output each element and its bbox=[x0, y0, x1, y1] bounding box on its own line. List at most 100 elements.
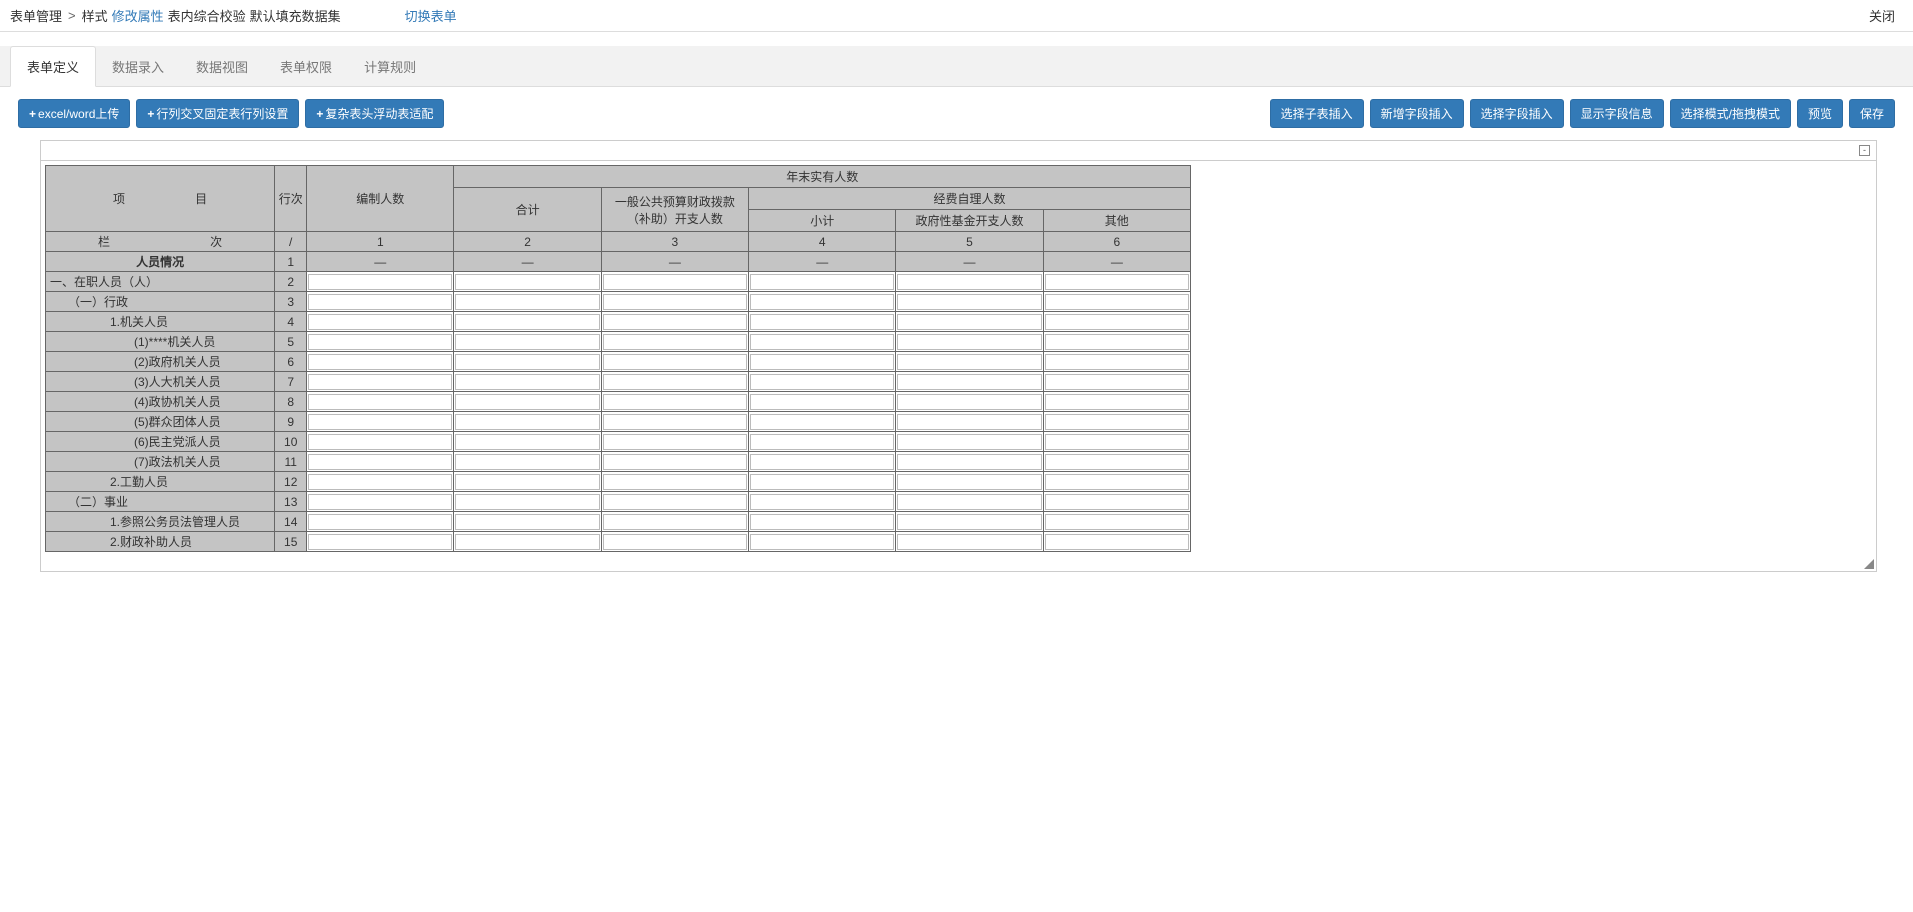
data-cell[interactable] bbox=[896, 472, 1043, 492]
data-cell[interactable] bbox=[896, 452, 1043, 472]
breadcrumb-dataset[interactable]: 默认填充数据集 bbox=[250, 6, 341, 25]
data-cell[interactable] bbox=[1043, 312, 1190, 332]
close-button[interactable]: 关闭 bbox=[1869, 6, 1903, 25]
data-cell[interactable] bbox=[307, 372, 454, 392]
data-cell[interactable] bbox=[454, 332, 601, 352]
data-cell[interactable] bbox=[1043, 372, 1190, 392]
breadcrumb-style[interactable]: 样式 bbox=[82, 6, 108, 25]
data-cell[interactable] bbox=[601, 392, 748, 412]
data-cell[interactable] bbox=[601, 292, 748, 312]
row-label[interactable]: 2.工勤人员 bbox=[46, 472, 275, 492]
data-cell[interactable] bbox=[749, 412, 896, 432]
data-cell[interactable] bbox=[454, 292, 601, 312]
tab-permission[interactable]: 表单权限 bbox=[264, 47, 348, 86]
data-cell[interactable] bbox=[896, 532, 1043, 552]
data-cell[interactable] bbox=[307, 472, 454, 492]
row-label[interactable]: (2)政府机关人员 bbox=[46, 352, 275, 372]
data-cell[interactable] bbox=[896, 432, 1043, 452]
data-cell[interactable] bbox=[601, 512, 748, 532]
data-cell[interactable] bbox=[454, 352, 601, 372]
data-cell[interactable] bbox=[601, 372, 748, 392]
data-cell[interactable] bbox=[1043, 532, 1190, 552]
data-cell[interactable] bbox=[307, 312, 454, 332]
data-cell[interactable] bbox=[749, 452, 896, 472]
data-cell[interactable] bbox=[454, 432, 601, 452]
data-cell[interactable] bbox=[749, 532, 896, 552]
showfield-button[interactable]: 显示字段信息 bbox=[1570, 99, 1664, 128]
data-cell[interactable] bbox=[601, 432, 748, 452]
data-cell[interactable] bbox=[1043, 472, 1190, 492]
data-cell[interactable] bbox=[749, 392, 896, 412]
data-cell[interactable] bbox=[601, 352, 748, 372]
data-cell[interactable] bbox=[307, 412, 454, 432]
row-label[interactable]: 一、在职人员（人） bbox=[46, 272, 275, 292]
data-cell[interactable] bbox=[896, 352, 1043, 372]
data-cell[interactable] bbox=[749, 492, 896, 512]
tab-data-view[interactable]: 数据视图 bbox=[180, 47, 264, 86]
rowcol-button[interactable]: +行列交叉固定表行列设置 bbox=[136, 99, 299, 128]
data-cell[interactable] bbox=[307, 432, 454, 452]
row-label[interactable]: (1)****机关人员 bbox=[46, 332, 275, 352]
row-label[interactable]: (4)政协机关人员 bbox=[46, 392, 275, 412]
data-cell[interactable] bbox=[601, 272, 748, 292]
data-cell[interactable] bbox=[601, 472, 748, 492]
newfield-button[interactable]: 新增字段插入 bbox=[1370, 99, 1464, 128]
data-cell[interactable] bbox=[307, 392, 454, 412]
data-cell[interactable] bbox=[1043, 512, 1190, 532]
sheet-scroll[interactable]: 项目 行次 编制人数 年末实有人数 合计 一般公共预算财政拨款（补助）开支人数 … bbox=[41, 161, 1876, 571]
data-cell[interactable] bbox=[307, 352, 454, 372]
data-cell[interactable] bbox=[749, 272, 896, 292]
data-cell[interactable] bbox=[896, 512, 1043, 532]
data-cell[interactable] bbox=[896, 292, 1043, 312]
switch-form-link[interactable]: 切换表单 bbox=[405, 6, 457, 25]
data-cell[interactable] bbox=[749, 332, 896, 352]
data-cell[interactable] bbox=[749, 512, 896, 532]
data-cell[interactable] bbox=[1043, 452, 1190, 472]
data-cell[interactable] bbox=[749, 352, 896, 372]
data-cell[interactable] bbox=[454, 312, 601, 332]
data-cell[interactable] bbox=[1043, 332, 1190, 352]
data-cell[interactable] bbox=[454, 532, 601, 552]
tab-form-define[interactable]: 表单定义 bbox=[10, 46, 96, 87]
data-cell[interactable] bbox=[307, 512, 454, 532]
tab-data-entry[interactable]: 数据录入 bbox=[96, 47, 180, 86]
data-cell[interactable] bbox=[749, 432, 896, 452]
preview-button[interactable]: 预览 bbox=[1797, 99, 1843, 128]
data-cell[interactable] bbox=[1043, 392, 1190, 412]
data-cell[interactable] bbox=[896, 412, 1043, 432]
data-cell[interactable] bbox=[307, 292, 454, 312]
data-cell[interactable] bbox=[601, 412, 748, 432]
data-cell[interactable] bbox=[307, 452, 454, 472]
data-cell[interactable] bbox=[1043, 292, 1190, 312]
data-cell[interactable] bbox=[454, 472, 601, 492]
data-cell[interactable] bbox=[1043, 432, 1190, 452]
upload-button[interactable]: +excel/word上传 bbox=[18, 99, 130, 128]
data-cell[interactable] bbox=[454, 412, 601, 432]
data-cell[interactable] bbox=[896, 332, 1043, 352]
data-cell[interactable] bbox=[454, 452, 601, 472]
data-cell[interactable] bbox=[749, 312, 896, 332]
data-cell[interactable] bbox=[896, 372, 1043, 392]
selmode-button[interactable]: 选择模式/拖拽模式 bbox=[1670, 99, 1791, 128]
data-cell[interactable] bbox=[601, 332, 748, 352]
data-cell[interactable] bbox=[1043, 412, 1190, 432]
data-cell[interactable] bbox=[749, 472, 896, 492]
save-button[interactable]: 保存 bbox=[1849, 99, 1895, 128]
data-cell[interactable] bbox=[749, 372, 896, 392]
row-label[interactable]: （二）事业 bbox=[46, 492, 275, 512]
resize-handle[interactable] bbox=[1862, 557, 1874, 569]
data-cell[interactable] bbox=[749, 292, 896, 312]
complex-button[interactable]: +复杂表头浮动表适配 bbox=[305, 99, 444, 128]
data-cell[interactable] bbox=[307, 272, 454, 292]
data-cell[interactable] bbox=[896, 492, 1043, 512]
row-label[interactable]: (6)民主党派人员 bbox=[46, 432, 275, 452]
data-cell[interactable] bbox=[307, 532, 454, 552]
data-cell[interactable] bbox=[307, 492, 454, 512]
row-label[interactable]: 1.参照公务员法管理人员 bbox=[46, 512, 275, 532]
row-label[interactable]: 1.机关人员 bbox=[46, 312, 275, 332]
row-label[interactable]: （一）行政 bbox=[46, 292, 275, 312]
data-cell[interactable] bbox=[601, 532, 748, 552]
data-cell[interactable] bbox=[454, 392, 601, 412]
row-label[interactable]: (5)群众团体人员 bbox=[46, 412, 275, 432]
data-cell[interactable] bbox=[601, 492, 748, 512]
